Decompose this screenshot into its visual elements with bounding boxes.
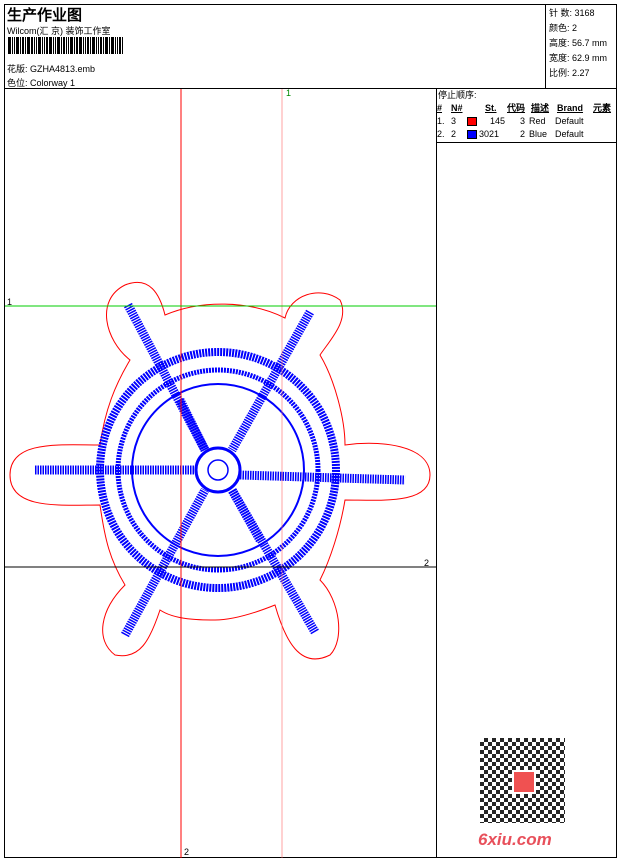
guide-label-right: 2: [424, 558, 430, 568]
guide-label-left: 1: [7, 297, 13, 307]
design-canvas: [5, 89, 436, 858]
guide-label-top: 1: [286, 88, 292, 98]
production-worksheet: 生产作业图 Wilcom(汇 京) 装饰工作室 花版: GZHA4813.emb…: [0, 0, 620, 860]
watermark: 6xiu.com: [478, 830, 552, 849]
guide-label-bottom: 2: [184, 847, 190, 857]
embroidery-stitches: [35, 302, 406, 638]
qr-logo: [512, 770, 536, 794]
qr-code: [480, 738, 565, 823]
